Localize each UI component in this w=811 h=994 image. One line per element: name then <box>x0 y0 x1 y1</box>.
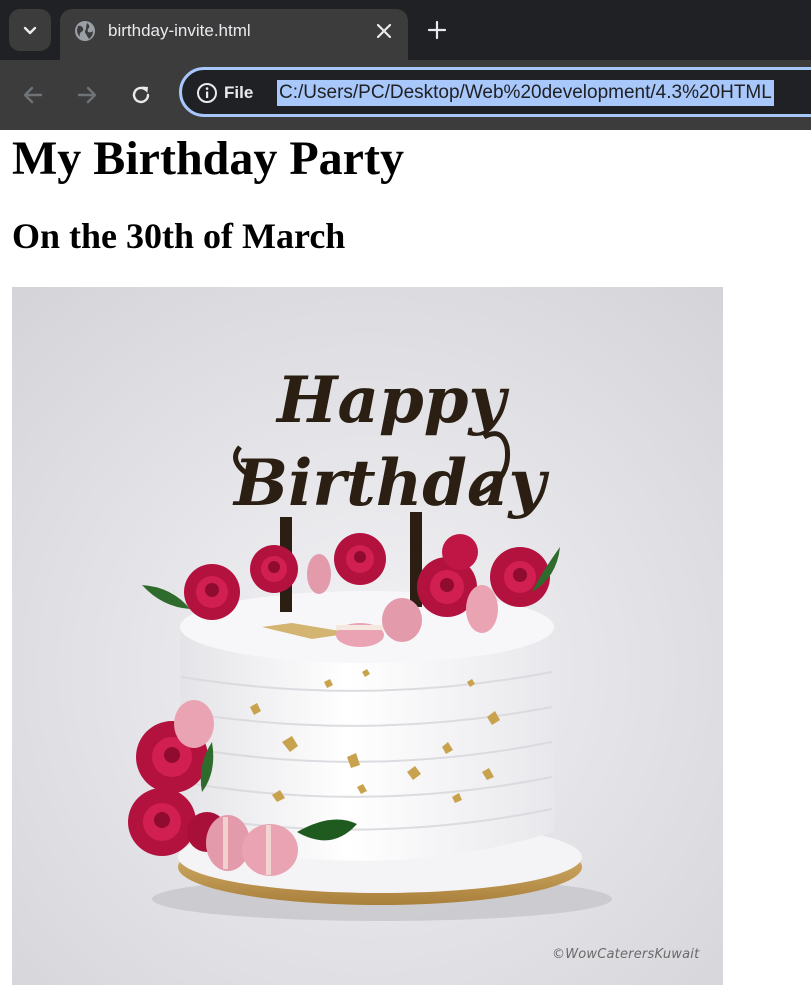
close-icon[interactable] <box>374 21 394 41</box>
globe-icon <box>75 21 95 41</box>
page-title: My Birthday Party <box>12 132 404 185</box>
page-content: My Birthday Party On the 30th of March H… <box>0 130 811 994</box>
url-text[interactable]: C:/Users/PC/Desktop/Web%20development/4.… <box>277 80 774 106</box>
reload-icon[interactable] <box>128 82 154 108</box>
page-subtitle: On the 30th of March <box>12 216 346 256</box>
toolbar: File C:/Users/PC/Desktop/Web%20developme… <box>0 60 811 130</box>
tab-active[interactable]: birthday-invite.html <box>60 9 408 60</box>
site-info-chip[interactable]: File <box>196 81 253 105</box>
birthday-cake-image: Happy Birthday ©WowCaterersKuwait <box>12 287 723 985</box>
plus-icon[interactable] <box>426 19 448 41</box>
cake-illustration: Happy Birthday <box>12 287 723 985</box>
image-watermark: ©WowCaterersKuwait <box>552 947 700 962</box>
svg-text:Birthday: Birthday <box>232 446 549 521</box>
tab-search-icon <box>23 26 37 35</box>
info-icon <box>197 83 217 103</box>
tab-strip: birthday-invite.html <box>0 0 811 60</box>
forward-arrow-icon[interactable] <box>74 82 100 108</box>
site-info-label: File <box>224 83 254 102</box>
tab-title: birthday-invite.html <box>108 21 251 40</box>
svg-text:Happy: Happy <box>275 363 509 438</box>
back-arrow-icon[interactable] <box>20 82 46 108</box>
address-bar[interactable]: File C:/Users/PC/Desktop/Web%20developme… <box>179 67 811 117</box>
tab-search-button[interactable] <box>9 9 51 51</box>
